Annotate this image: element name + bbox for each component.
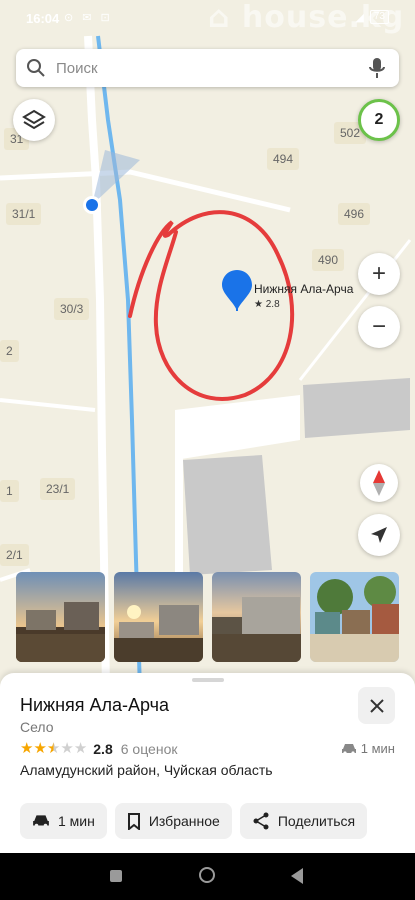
close-button[interactable]	[358, 687, 395, 724]
sheet-handle[interactable]	[192, 678, 224, 682]
search-bar[interactable]: Поиск	[16, 49, 399, 87]
home-icon[interactable]	[199, 867, 215, 883]
star-icon: ★	[33, 740, 47, 757]
pin-label[interactable]: Нижняя Ала-Арча	[254, 282, 353, 296]
house-number: 2	[0, 340, 19, 362]
zoom-in-button[interactable]: +	[358, 253, 400, 295]
screen: 502 494 496 490 31/1 30/3 23/1 31 2 2/1 …	[0, 0, 415, 900]
house-number: 490	[312, 249, 345, 271]
search-icon	[27, 59, 45, 77]
signal-icon: ◢	[355, 11, 364, 24]
star-empty-icon: ★	[73, 740, 88, 757]
house-number: 1	[0, 480, 19, 502]
status-bar: 16:04 ⊙ ✉ ⊡ ◢ 73	[0, 0, 415, 36]
house-number: 496	[338, 203, 371, 225]
place-card[interactable]: Нижняя Ала-Арча Село ★ ★ ★ ★ ★ 2.8 6 оце…	[0, 673, 415, 853]
my-location-button[interactable]	[358, 514, 400, 556]
share-button[interactable]: Поделиться	[239, 803, 368, 839]
car-icon	[33, 815, 49, 828]
house-number: 31/1	[6, 203, 42, 225]
compass-button[interactable]	[360, 464, 398, 502]
route-button-label: 1 мин	[58, 813, 95, 829]
drive-time-value: 1 мин	[360, 741, 395, 756]
rating-value: 2.8	[93, 741, 113, 757]
drive-time: 1 мин	[341, 741, 395, 756]
recents-icon[interactable]	[110, 870, 122, 882]
place-address: Аламудунский район, Чуйская область	[20, 762, 273, 778]
place-title: Нижняя Ала-Арча	[20, 695, 170, 715]
favorite-button-label: Избранное	[148, 813, 220, 829]
rating-row[interactable]: ★ ★ ★ ★ ★ 2.8 6 оценок	[20, 740, 178, 758]
place-type: Село	[20, 719, 54, 735]
house-number: 23/1	[40, 478, 76, 500]
status-time: 16:04	[26, 11, 60, 26]
share-button-label: Поделиться	[277, 813, 356, 829]
battery-icon: 73	[369, 10, 389, 24]
action-buttons: 1 мин Избранное Поделиться	[20, 803, 368, 839]
bookmark-icon	[127, 812, 140, 830]
house-number: 494	[267, 148, 300, 170]
house-number: 2/1	[0, 544, 29, 566]
navigation-arrow-icon	[371, 527, 387, 543]
compass-icon	[373, 470, 385, 496]
place-photo[interactable]	[114, 572, 203, 662]
system-icons: ◢ 73	[355, 10, 389, 24]
star-half-icon: ★	[46, 740, 61, 757]
favorite-button[interactable]: Избранное	[114, 803, 232, 839]
layers-button[interactable]	[13, 99, 55, 141]
car-icon	[341, 743, 356, 755]
place-photo[interactable]	[16, 572, 105, 662]
star-icon: ★	[20, 740, 34, 757]
place-photo[interactable]	[310, 572, 399, 662]
star-empty-icon: ★	[60, 740, 74, 757]
share-icon	[253, 812, 269, 830]
notification-icons: ⊙ ✉ ⊡	[64, 12, 113, 24]
route-button[interactable]: 1 мин	[20, 803, 107, 839]
review-count[interactable]: 6 оценок	[121, 741, 178, 757]
back-icon[interactable]	[291, 868, 303, 884]
zoom-out-button[interactable]: −	[358, 306, 400, 348]
photo-carousel[interactable]	[16, 572, 415, 664]
place-photo[interactable]	[212, 572, 301, 662]
pin-rating: ★ 2.8	[254, 299, 280, 310]
navigation-bar	[0, 853, 415, 900]
layers-icon	[22, 109, 46, 130]
house-number: 30/3	[54, 298, 90, 320]
close-icon	[369, 698, 384, 713]
search-input[interactable]: Поиск	[56, 60, 367, 77]
map-badge-button[interactable]: 2	[358, 99, 400, 141]
microphone-icon[interactable]	[367, 56, 387, 80]
